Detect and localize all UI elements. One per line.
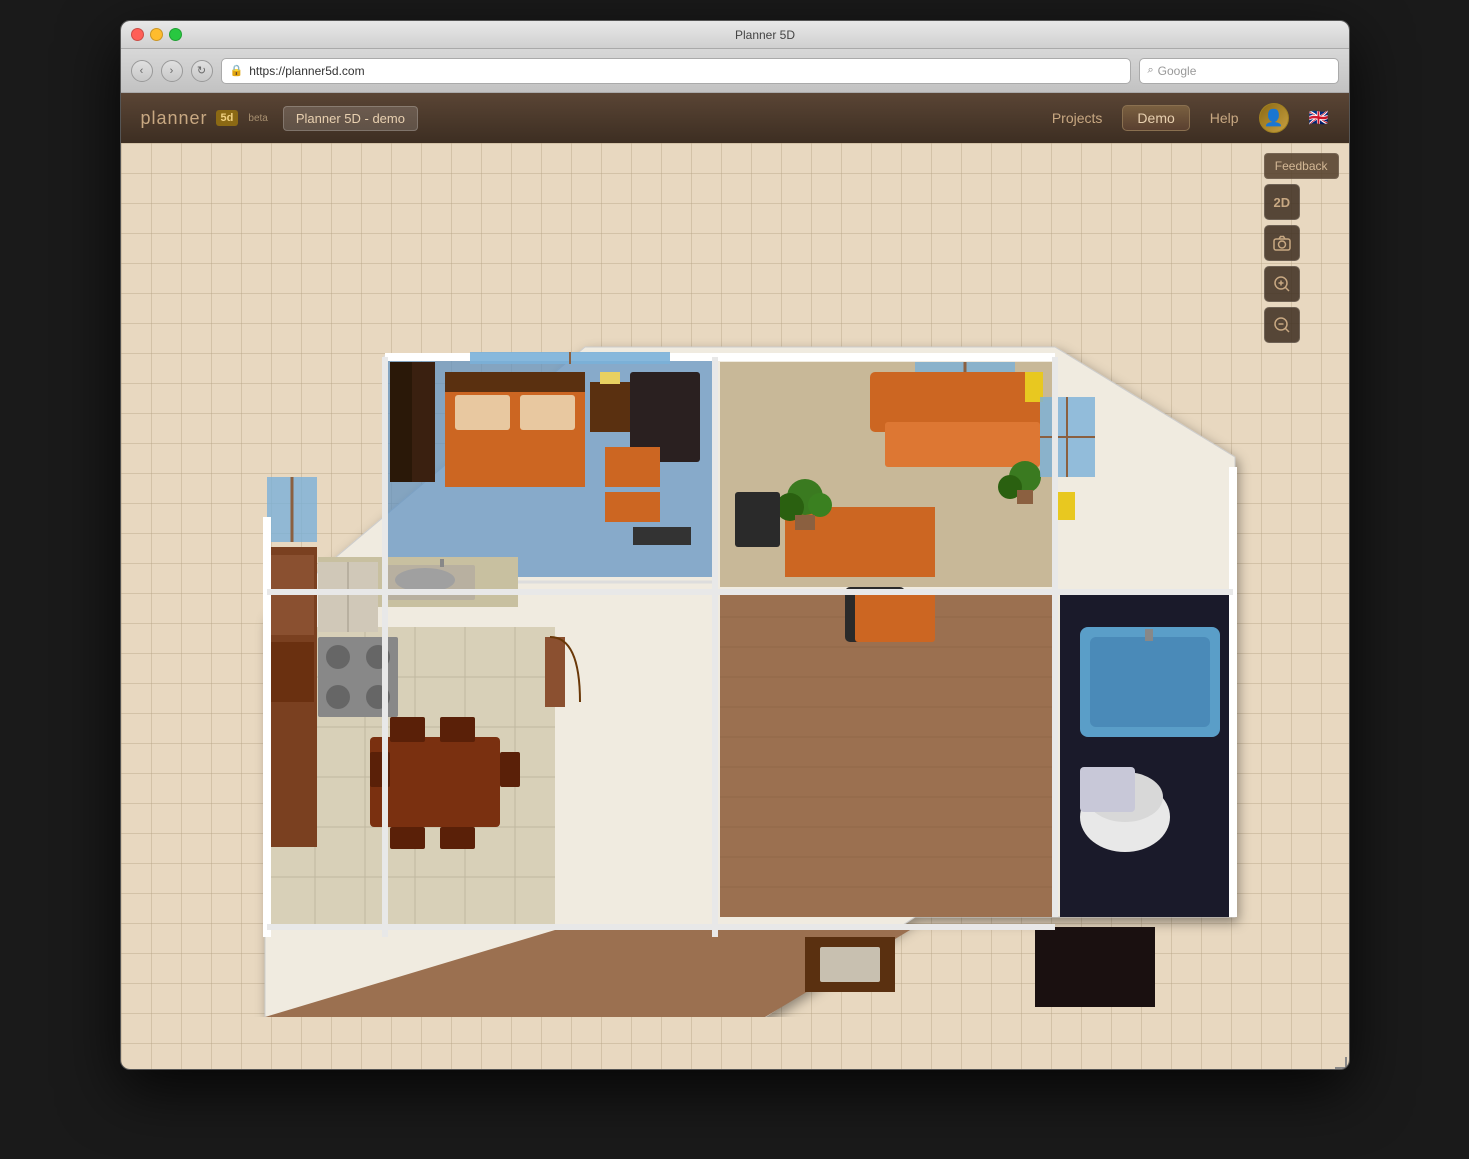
nav-projects[interactable]: Projects — [1052, 110, 1103, 126]
bathroom-sink — [1080, 767, 1135, 812]
bath-faucet — [1145, 629, 1153, 641]
lamp — [600, 372, 620, 384]
plant-1-other — [808, 493, 832, 517]
chair-6 — [440, 827, 475, 849]
main-content: Feedback 2D — [121, 143, 1349, 1070]
chair-5 — [390, 827, 425, 849]
view-2d-button[interactable]: 2D — [1264, 184, 1300, 220]
chair-2 — [440, 717, 475, 742]
mirror-dresser — [820, 947, 880, 982]
furniture-dark — [1035, 927, 1155, 1007]
sofa-seat — [885, 422, 1040, 467]
beta-tag: beta — [248, 113, 267, 124]
mac-window: Planner 5D ‹ › ↻ 🔒 https://planner5d.com… — [120, 20, 1350, 1070]
cabinet-lower — [270, 642, 314, 702]
bed-pillow-1 — [455, 395, 510, 430]
app-header: planner 5d beta Planner 5D - demo Projec… — [121, 93, 1349, 143]
nav-help[interactable]: Help — [1210, 110, 1239, 126]
lock-icon: 🔒 — [230, 64, 244, 77]
header-nav: Projects Demo Help 👤 🇬🇧 — [1052, 103, 1329, 133]
chair-4 — [500, 752, 520, 787]
floor-plan-container — [121, 143, 1349, 1070]
dumbbell — [633, 527, 691, 545]
burner-1 — [326, 645, 350, 669]
flag-icon: 🇬🇧 — [1309, 108, 1329, 128]
nav-demo[interactable]: Demo — [1122, 105, 1189, 131]
camera-button[interactable] — [1264, 225, 1300, 261]
resize-handle[interactable] — [1334, 1056, 1349, 1070]
ottoman — [855, 592, 935, 642]
plant-pot-2 — [1017, 490, 1033, 504]
zoom-out-button[interactable] — [1264, 307, 1300, 343]
chair-1 — [390, 717, 425, 742]
search-icon: ⌕ — [1148, 64, 1154, 77]
sink-basin — [395, 568, 455, 592]
zoom-in-icon — [1273, 275, 1291, 293]
fitness-footrest — [605, 492, 660, 522]
search-bar[interactable]: ⌕ Google — [1139, 58, 1339, 84]
logo-box: 5d — [216, 110, 239, 126]
nightstand — [590, 382, 630, 432]
url-bar[interactable]: 🔒 https://planner5d.com — [221, 58, 1131, 84]
browser-chrome: ‹ › ↻ 🔒 https://planner5d.com ⌕ Google — [121, 49, 1349, 93]
back-button[interactable]: ‹ — [131, 60, 153, 82]
wardrobe-left — [390, 362, 412, 482]
bathtub-inner — [1090, 637, 1210, 727]
plant-pot-1 — [795, 515, 815, 530]
bed-pillow-2 — [520, 395, 575, 430]
camera-icon — [1273, 235, 1291, 251]
close-button[interactable] — [131, 28, 144, 41]
burner-3 — [326, 685, 350, 709]
window-title: Planner 5D — [192, 28, 1339, 42]
forward-button[interactable]: › — [161, 60, 183, 82]
bed-headboard — [445, 372, 585, 392]
floor-plan-svg — [185, 197, 1285, 1017]
search-placeholder: Google — [1158, 64, 1197, 78]
avatar[interactable]: 👤 — [1259, 103, 1289, 133]
url-text: https://planner5d.com — [249, 64, 364, 78]
faucet — [440, 559, 444, 567]
door-kitchen — [545, 637, 565, 707]
title-bar: Planner 5D — [121, 21, 1349, 49]
zoom-in-button[interactable] — [1264, 266, 1300, 302]
right-toolbar: Feedback 2D — [1264, 153, 1339, 343]
office-stool — [735, 492, 780, 547]
fitness-seat — [605, 447, 660, 487]
maximize-button[interactable] — [169, 28, 182, 41]
zoom-out-icon — [1273, 316, 1291, 334]
refresh-button[interactable]: ↻ — [191, 60, 213, 82]
logo-area: planner 5d beta — [141, 108, 268, 129]
feedback-button[interactable]: Feedback — [1264, 153, 1339, 179]
window-controls — [131, 28, 182, 41]
minimize-button[interactable] — [150, 28, 163, 41]
logo-text: planner — [141, 108, 208, 129]
project-name[interactable]: Planner 5D - demo — [283, 106, 418, 131]
